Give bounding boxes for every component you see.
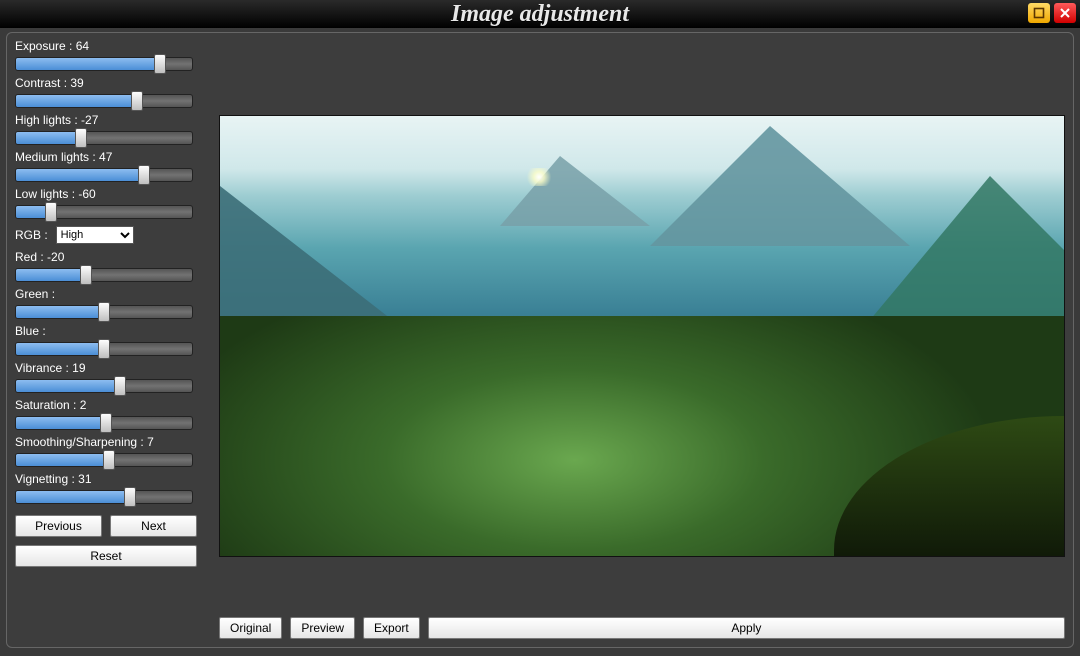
exposure-control: Exposure : 64 [15, 39, 197, 71]
previous-button[interactable]: Previous [15, 515, 102, 537]
green-slider[interactable] [15, 305, 193, 319]
lowlights-control: Low lights : -60 [15, 187, 197, 219]
apply-button[interactable]: Apply [428, 617, 1065, 639]
rgb-selector-row: RGB : High [15, 226, 197, 244]
reset-row: Reset [15, 545, 197, 567]
nav-row: Previous Next [15, 515, 197, 537]
blue-label: Blue : [15, 324, 197, 338]
sharpening-control: Smoothing/Sharpening : 7 [15, 435, 197, 467]
vibrance-slider[interactable] [15, 379, 193, 393]
close-button[interactable] [1054, 3, 1076, 23]
contrast-control: Contrast : 39 [15, 76, 197, 108]
contrast-label: Contrast : 39 [15, 76, 197, 90]
slider-thumb[interactable] [124, 487, 136, 507]
sharpening-label: Smoothing/Sharpening : 7 [15, 435, 197, 449]
red-slider[interactable] [15, 268, 193, 282]
saturation-slider[interactable] [15, 416, 193, 430]
slider-thumb[interactable] [154, 54, 166, 74]
rgb-label: RGB : [15, 228, 48, 242]
decorative-shape [500, 156, 650, 226]
titlebar: Image adjustment [0, 0, 1080, 28]
lowlights-label: Low lights : -60 [15, 187, 197, 201]
original-button[interactable]: Original [219, 617, 282, 639]
window-title: Image adjustment [451, 1, 629, 28]
sharpening-slider[interactable] [15, 453, 193, 467]
vibrance-label: Vibrance : 19 [15, 361, 197, 375]
midlights-label: Medium lights : 47 [15, 150, 197, 164]
red-label: Red : -20 [15, 250, 197, 264]
adjustment-panel: Exposure : 64 Contrast : 39 High lights … [15, 39, 197, 567]
vignetting-slider[interactable] [15, 490, 193, 504]
decorative-shape [220, 186, 400, 326]
slider-thumb[interactable] [114, 376, 126, 396]
slider-thumb[interactable] [45, 202, 57, 222]
slider-thumb[interactable] [138, 165, 150, 185]
midlights-slider[interactable] [15, 168, 193, 182]
highlights-slider[interactable] [15, 131, 193, 145]
bottom-toolbar: Original Preview Export Apply [219, 617, 1065, 639]
export-button[interactable]: Export [363, 617, 420, 639]
maximize-icon [1033, 7, 1045, 19]
window-body: Exposure : 64 Contrast : 39 High lights … [6, 32, 1074, 648]
slider-thumb[interactable] [75, 128, 87, 148]
saturation-label: Saturation : 2 [15, 398, 197, 412]
slider-thumb[interactable] [80, 265, 92, 285]
vignetting-label: Vignetting : 31 [15, 472, 197, 486]
slider-thumb[interactable] [98, 302, 110, 322]
slider-thumb[interactable] [98, 339, 110, 359]
vibrance-control: Vibrance : 19 [15, 361, 197, 393]
reset-button[interactable]: Reset [15, 545, 197, 567]
exposure-slider[interactable] [15, 57, 193, 71]
blue-slider[interactable] [15, 342, 193, 356]
highlights-label: High lights : -27 [15, 113, 197, 127]
image-preview [219, 115, 1065, 557]
slider-thumb[interactable] [103, 450, 115, 470]
lowlights-slider[interactable] [15, 205, 193, 219]
red-control: Red : -20 [15, 250, 197, 282]
next-button[interactable]: Next [110, 515, 197, 537]
rgb-select[interactable]: High [56, 226, 134, 244]
saturation-control: Saturation : 2 [15, 398, 197, 430]
close-icon [1059, 7, 1071, 19]
blue-control: Blue : [15, 324, 197, 356]
slider-thumb[interactable] [131, 91, 143, 111]
contrast-slider[interactable] [15, 94, 193, 108]
window-controls [1028, 3, 1076, 23]
slider-thumb[interactable] [100, 413, 112, 433]
vignetting-control: Vignetting : 31 [15, 472, 197, 504]
preview-button[interactable]: Preview [290, 617, 355, 639]
decorative-shape [524, 168, 554, 186]
midlights-control: Medium lights : 47 [15, 150, 197, 182]
highlights-control: High lights : -27 [15, 113, 197, 145]
green-control: Green : [15, 287, 197, 319]
exposure-label: Exposure : 64 [15, 39, 197, 53]
green-label: Green : [15, 287, 197, 301]
maximize-button[interactable] [1028, 3, 1050, 23]
